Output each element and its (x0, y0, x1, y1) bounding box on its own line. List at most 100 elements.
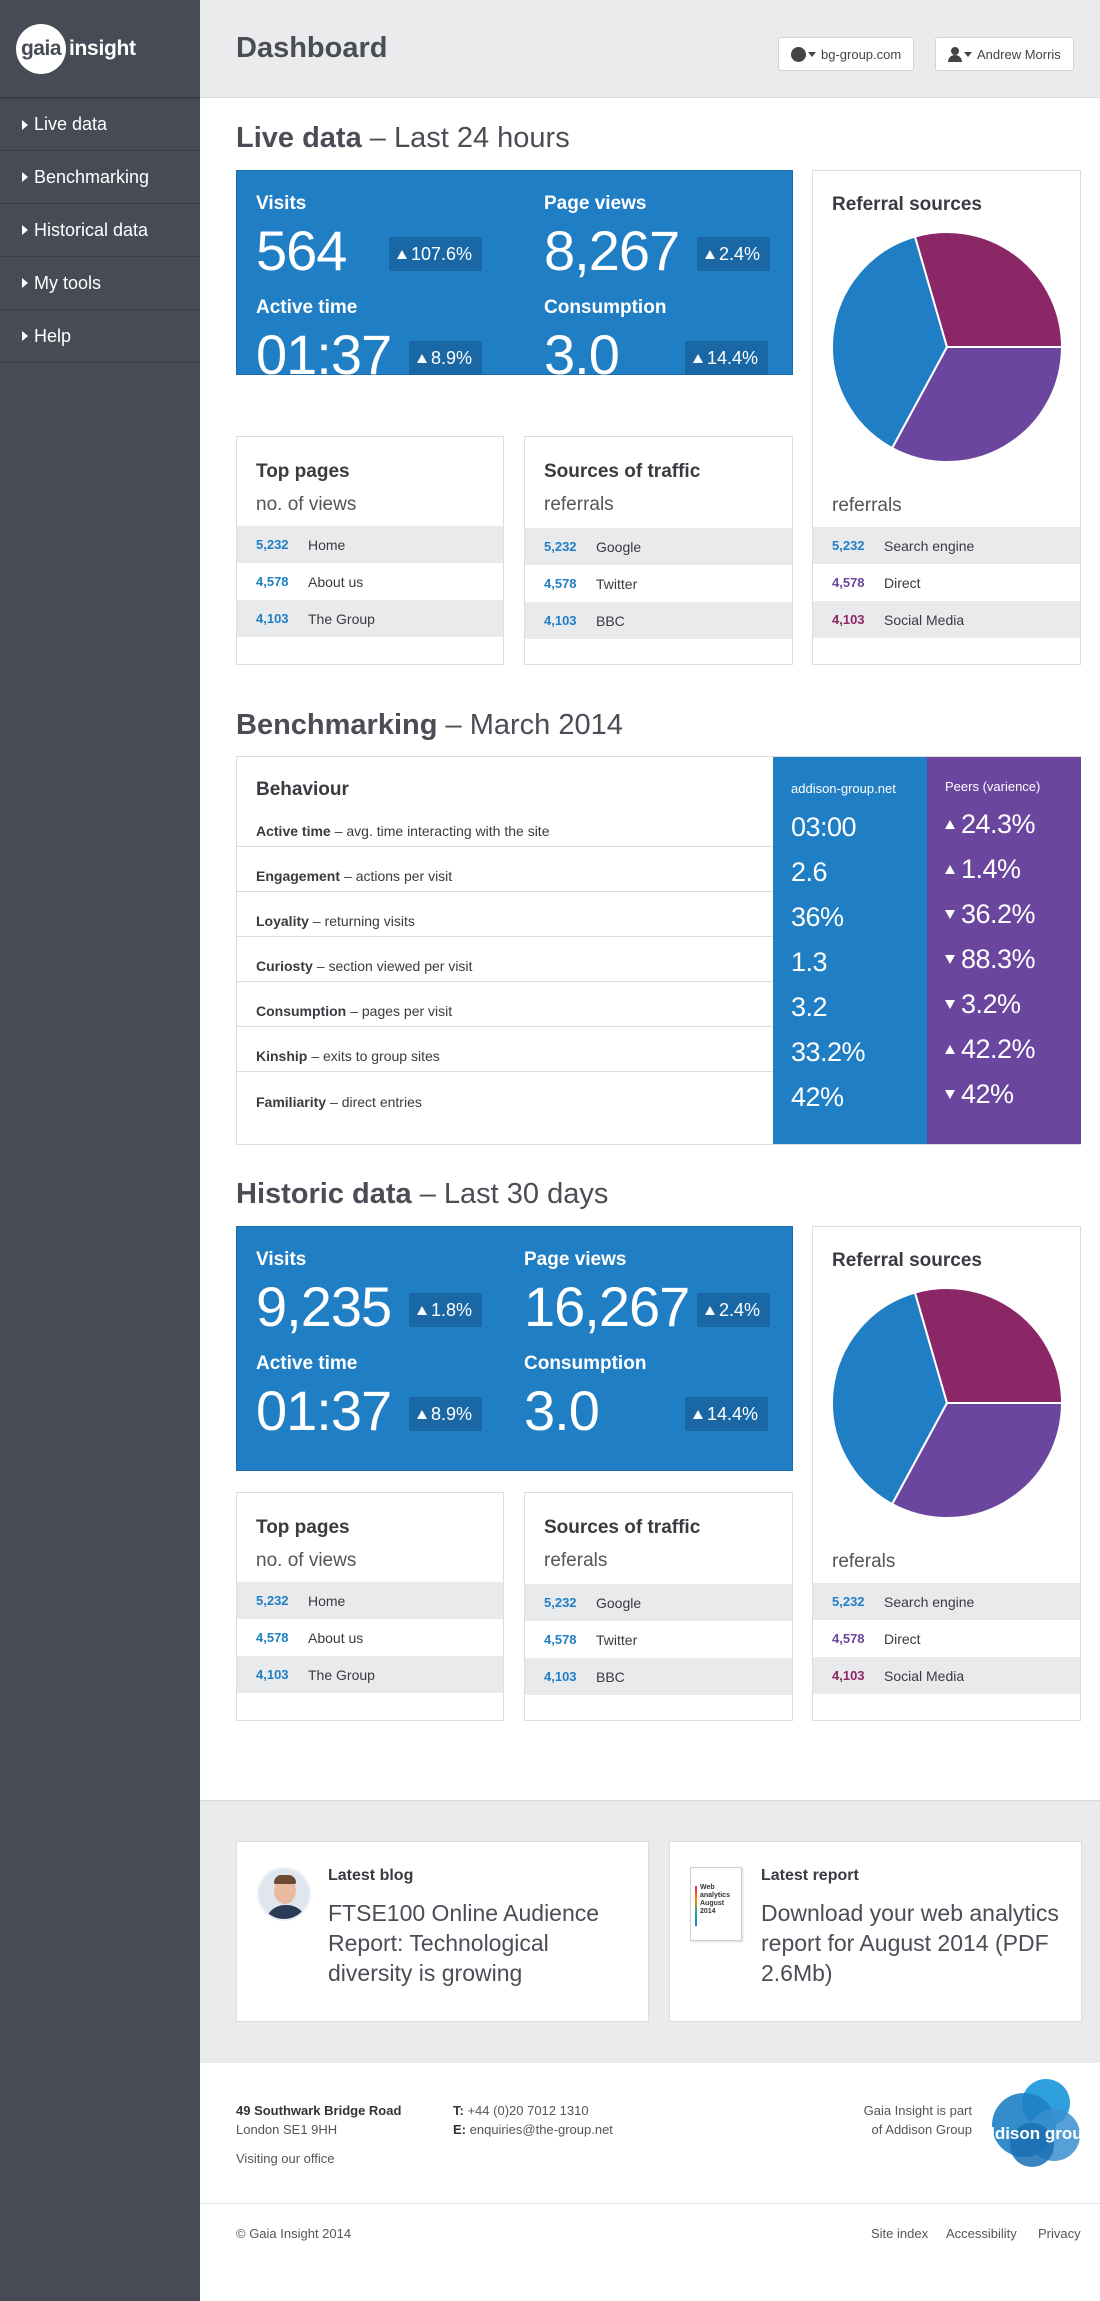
list-item[interactable]: 4,578 Twitter (525, 1621, 792, 1658)
referral-pie-chart (831, 231, 1064, 463)
footer-link-site-index[interactable]: Site index (871, 2224, 928, 2243)
list-item[interactable]: 4,103 BBC (525, 602, 792, 639)
table-row: Loyality – returning visits (237, 892, 773, 937)
sidebar-item-benchmarking[interactable]: Benchmarking (0, 151, 200, 204)
email-link[interactable]: enquiries@the-group.net (470, 2122, 613, 2137)
header: Dashboard bg-group.com Andrew Morris (200, 0, 1100, 98)
logo-mark: gaia (20, 36, 62, 60)
card-subtitle: no. of views (256, 494, 357, 515)
sidebar-item-label: Benchmarking (34, 166, 150, 187)
peer-value: 42.2% (945, 1034, 1036, 1065)
sidebar-item-label: Historical data (34, 219, 149, 240)
author-avatar (257, 1867, 311, 1921)
list-item[interactable]: 5,232 Google (525, 528, 792, 565)
page-title: Dashboard (236, 32, 388, 64)
list-item[interactable]: 5,232 Home (237, 1582, 503, 1619)
latest-blog-card[interactable]: Latest blog FTSE100 Online Audience Repo… (236, 1841, 649, 2022)
live-stats-panel: Visits 564 107.6% Page views 8,267 2.4% Ac… (236, 170, 793, 383)
arrow-up-icon (945, 820, 955, 829)
user-name: Andrew Morris (977, 46, 1061, 62)
historic-stats-panel: Visits 9,235 1.8% Page views 16,267 2.4% A… (236, 1226, 793, 1471)
list-item[interactable]: 5,232 Google (525, 1584, 792, 1621)
card-subtitle: referals (544, 1550, 608, 1571)
list-item[interactable]: 5,232 Search engine (813, 1583, 1080, 1620)
card-subtitle: referrals (832, 495, 902, 516)
list-item[interactable]: 4,578 Direct (813, 564, 1080, 601)
arrow-up-icon (945, 865, 955, 874)
sidebar-item-label: My tools (34, 272, 102, 293)
site-column: addison-group.net 03:00 2.6 36% 1.3 3.2 … (773, 757, 927, 1144)
visiting-office-link[interactable]: Visiting our office (236, 2149, 335, 2168)
arrow-down-icon (945, 955, 955, 964)
column-header: addison-group.net (791, 781, 896, 796)
list-item[interactable]: 5,232 Home (237, 526, 503, 563)
arrow-up-icon (693, 353, 703, 363)
arrow-up-icon (397, 249, 407, 259)
sidebar-item-help[interactable]: Help (0, 310, 200, 363)
table-row: Familiarity – direct entries (256, 1094, 422, 1110)
referral-sources-card: Referral sources referals 5,232 Search en… (812, 1226, 1081, 1721)
footer-link-privacy[interactable]: Privacy (1038, 2224, 1081, 2243)
table-row: Curiosty – section viewed per visit (237, 937, 773, 982)
list-item[interactable]: 4,103 Social Media (813, 601, 1080, 638)
peer-value: 42% (945, 1079, 1014, 1110)
sidebar-item-historical-data[interactable]: Historical data (0, 204, 200, 257)
list-item[interactable]: 4,578 Twitter (525, 565, 792, 602)
footer: 49 Southwark Bridge Road London SE1 9HH V… (200, 2063, 1100, 2204)
globe-icon (791, 46, 806, 62)
list-item[interactable]: 4,578 About us (237, 1619, 503, 1656)
live-data-title: Live data – Last 24 hours (236, 122, 570, 154)
list-item[interactable]: 4,578 About us (237, 563, 503, 600)
arrow-up-icon (693, 1409, 703, 1419)
list-item[interactable]: 4,103 BBC (525, 1658, 792, 1695)
svg-text:addison group: addison group (988, 2124, 1080, 2143)
sidebar-item-my-tools[interactable]: My tools (0, 257, 200, 310)
blog-link[interactable]: FTSE100 Online Audience Report: Technolo… (328, 1898, 628, 1988)
site-value: 36% (791, 902, 844, 932)
logo-text: insight (69, 36, 136, 60)
addison-group-logo[interactable]: addison group (988, 2079, 1080, 2171)
arrow-up-icon (945, 1045, 955, 1054)
table-row: Consumption – pages per visit (237, 982, 773, 1027)
peer-value: 1.4% (945, 854, 1021, 885)
stat-consumption: Consumption 3.0 (524, 1353, 647, 1442)
list-item[interactable]: 4,578 Direct (813, 1620, 1080, 1657)
referral-sources-card: Referral sources referrals 5,232 Search e… (812, 170, 1081, 665)
latest-report-card[interactable]: Web analytics August 2014 Latest report … (669, 1841, 1082, 2022)
promo-title: Latest blog (328, 1867, 414, 1884)
part-of-text: Gaia Insight is part of Addison Group (863, 2103, 972, 2137)
top-pages-card: Top pages no. of views 5,232 Home 4,578 Ab… (236, 436, 504, 665)
list-item[interactable]: 4,103 The Group (237, 600, 503, 637)
user-menu-button[interactable]: Andrew Morris (935, 37, 1074, 71)
stat-consumption: Consumption 3.0 (544, 297, 667, 386)
stat-active-time: Active time 01:37 (256, 1353, 392, 1442)
chevron-down-icon (808, 51, 816, 57)
site-value: 1.3 (791, 947, 828, 977)
list-item[interactable]: 5,232 Search engine (813, 527, 1080, 564)
promo-title: Latest report (761, 1867, 859, 1884)
stat-active-time: Active time 01:37 (256, 297, 392, 386)
stat-visits: Visits 564 (256, 193, 347, 282)
report-download-link[interactable]: Download your web analytics report for A… (761, 1898, 1061, 1988)
user-icon (948, 46, 962, 62)
site-value: 3.2 (791, 992, 828, 1022)
table-row: Kinship – exits to group sites (237, 1027, 773, 1072)
card-title: Sources of traffic (544, 1517, 701, 1538)
card-title: Top pages (256, 461, 350, 482)
table-heading: Behaviour (256, 779, 349, 800)
site-selector-button[interactable]: bg-group.com (778, 37, 915, 71)
list-item[interactable]: 4,103 Social Media (813, 1657, 1080, 1694)
caret-right-icon (22, 172, 28, 182)
sidebar-item-label: Live data (34, 114, 108, 134)
arrow-down-icon (945, 1000, 955, 1009)
sidebar-item-label: Help (34, 325, 72, 346)
footer-link-accessibility[interactable]: Accessibility (946, 2224, 1017, 2243)
sidebar-item-live-data[interactable]: Live data (0, 98, 200, 151)
promo-band: Latest blog FTSE100 Online Audience Repo… (200, 1800, 1100, 2063)
peer-value: 3.2% (945, 989, 1021, 1020)
site-value: 03:00 (791, 812, 857, 842)
logo[interactable]: gaia insight (0, 0, 200, 98)
list-item[interactable]: 4,103 The Group (237, 1656, 503, 1693)
sidebar: gaia insight Live data Benchmarking Hist… (0, 0, 200, 2301)
arrow-up-icon (417, 353, 427, 363)
